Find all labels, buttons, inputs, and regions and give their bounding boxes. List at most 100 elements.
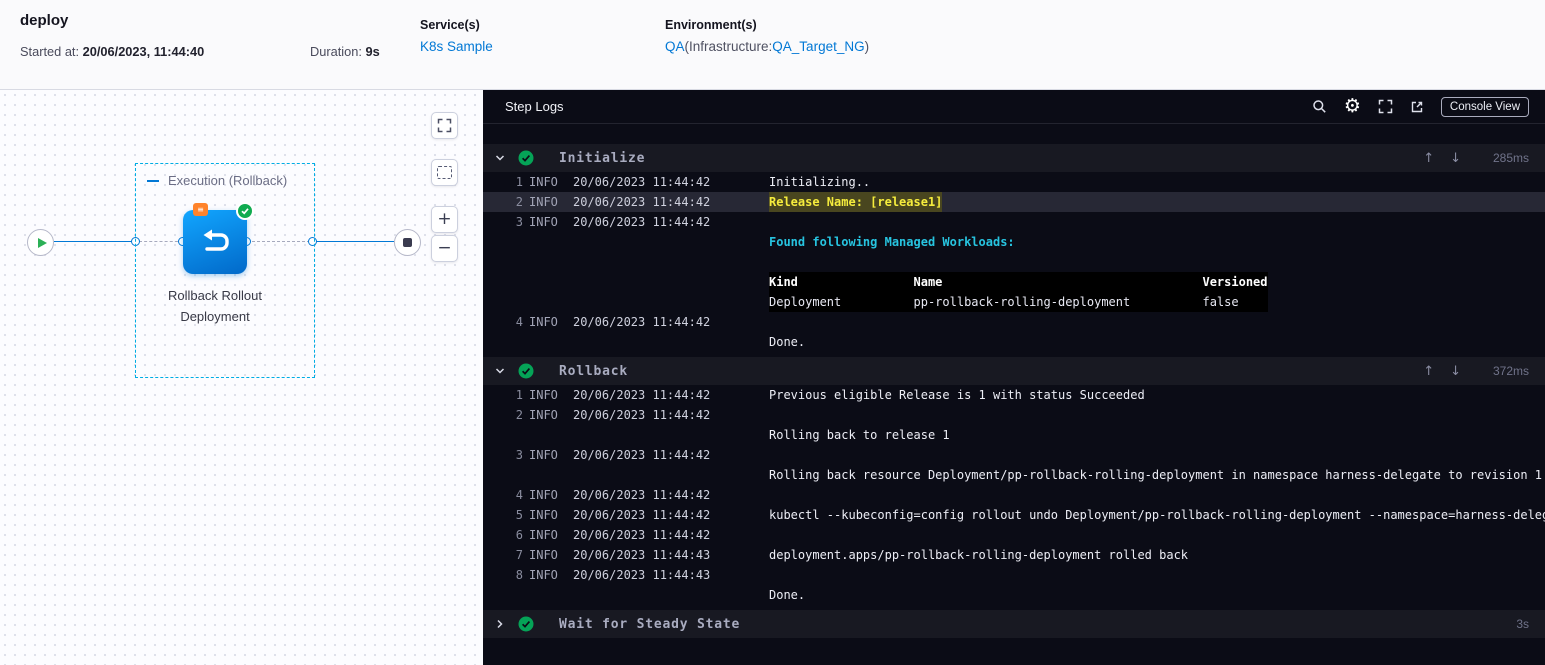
search-logs-button[interactable] — [1312, 99, 1327, 114]
canvas-controls: + − — [431, 112, 458, 262]
log-message: Found following Managed Workloads: — [769, 235, 1022, 249]
log-message: Initializing.. — [769, 175, 871, 189]
scroll-buttons: ↑ ↓ — [1423, 152, 1461, 165]
play-icon — [37, 237, 47, 248]
edge-line — [54, 241, 135, 242]
chevron-right-icon[interactable] — [494, 618, 506, 630]
log-timestamp — [573, 585, 763, 605]
log-timestamp: 20/06/2023 11:44:42 — [573, 215, 711, 229]
chevron-down-icon[interactable] — [494, 365, 506, 377]
log-timestamp — [573, 252, 763, 272]
log-level: INFO — [529, 548, 558, 562]
plus-icon: + — [437, 209, 452, 229]
log-timestamp: 20/06/2023 11:44:43 — [573, 568, 711, 582]
log-line: 1 INFO 20/06/2023 11:44:42 Previous elig… — [483, 385, 1545, 405]
console-view-button[interactable]: Console View — [1440, 96, 1529, 117]
services-label: Service(s) — [420, 18, 480, 32]
minus-icon: − — [437, 238, 452, 258]
log-line: Kind Name Versioned — [483, 272, 1545, 292]
log-level: INFO — [529, 448, 558, 462]
zoom-in-button[interactable]: + — [431, 206, 458, 233]
log-section-title: Rollback — [559, 363, 629, 379]
log-line-number: 1 — [515, 388, 523, 402]
log-line-number: 4 — [515, 315, 523, 329]
open-in-new-tab-button[interactable] — [1410, 100, 1424, 114]
fullscreen-canvas-button[interactable] — [431, 112, 458, 139]
search-icon — [1313, 100, 1326, 113]
log-timestamp: 20/06/2023 11:44:43 — [573, 548, 711, 562]
service-link[interactable]: K8s Sample — [420, 39, 493, 54]
log-line-number — [509, 232, 523, 252]
log-timestamp: 20/06/2023 11:44:42 — [573, 528, 711, 542]
log-message: Rolling back to release 1 — [769, 428, 950, 442]
pipeline-canvas[interactable]: + − Execution (Rollback) ≡ Rollback Roll… — [0, 90, 483, 665]
log-line: 3 INFO 20/06/2023 11:44:42 — [483, 212, 1545, 232]
log-section-header[interactable]: Initialize ↑ ↓ 285ms — [483, 144, 1545, 172]
log-message: Previous eligible Release is 1 with stat… — [769, 388, 1145, 402]
log-line: Rolling back to release 1 — [483, 425, 1545, 445]
log-sections: Initialize ↑ ↓ 285ms 1 INFO 20/06/2023 1… — [483, 124, 1545, 665]
rollback-rollout-icon — [203, 229, 229, 251]
zoom-group: + − — [431, 206, 458, 262]
fullscreen-icon — [437, 118, 452, 133]
pipeline-name: deploy — [20, 12, 69, 29]
step-logs-header: Step Logs ⚙ Console View — [483, 90, 1545, 124]
log-message: deployment.apps/pp-rollback-rolling-depl… — [769, 548, 1189, 562]
edge-line — [313, 241, 394, 242]
chevron-down-icon[interactable] — [494, 152, 506, 164]
log-timestamp: 20/06/2023 11:44:42 — [573, 175, 711, 189]
log-line-number — [509, 425, 523, 445]
infrastructure-prefix: (Infrastructure: — [684, 39, 773, 54]
marquee-icon — [437, 166, 452, 179]
step-node-rollback-rollout[interactable]: ≡ — [183, 202, 254, 274]
log-section-header[interactable]: Rollback ↑ ↓ 372ms — [483, 357, 1545, 385]
log-section: Wait for Steady State ↑ ↓ 3s — [483, 610, 1545, 638]
log-message: Kind Name Versioned — [769, 272, 1268, 292]
log-section: Rollback ↑ ↓ 372ms 1 INFO 20/06/2023 11:… — [483, 357, 1545, 605]
execution-group-label: Execution (Rollback) — [168, 173, 288, 188]
scroll-top-button[interactable]: ↑ — [1423, 365, 1434, 378]
log-section-header[interactable]: Wait for Steady State ↑ ↓ 3s — [483, 610, 1545, 638]
log-line: Deployment pp-rollback-rolling-deploymen… — [483, 292, 1545, 312]
log-level: INFO — [529, 175, 558, 189]
log-line: Rolling back resource Deployment/pp-roll… — [483, 465, 1545, 485]
pipeline-end-node[interactable] — [394, 229, 421, 256]
log-line-number: 3 — [515, 448, 523, 462]
log-settings-button[interactable]: ⚙ — [1344, 97, 1361, 116]
log-line-number — [509, 465, 523, 485]
log-timestamp: 20/06/2023 11:44:42 — [573, 508, 711, 522]
section-duration: 285ms — [1492, 151, 1529, 165]
log-section-title: Initialize — [559, 150, 646, 166]
log-level — [529, 465, 567, 485]
pipeline-start-node[interactable] — [27, 229, 54, 256]
execution-summary: deploy Started at: 20/06/2023, 11:44:40 … — [20, 10, 420, 59]
environment-link[interactable]: QA — [665, 39, 685, 54]
scroll-bottom-button[interactable]: ↓ — [1450, 365, 1461, 378]
success-check-icon — [518, 616, 534, 632]
collapse-group-icon[interactable] — [147, 179, 159, 182]
log-timestamp: 20/06/2023 11:44:42 — [573, 408, 711, 422]
scroll-bottom-button[interactable]: ↓ — [1450, 152, 1461, 165]
step-logs-title: Step Logs — [505, 99, 564, 114]
log-message: Done. — [769, 335, 806, 349]
pipeline-execution-page: deploy Started at: 20/06/2023, 11:44:40 … — [0, 0, 1545, 665]
zoom-out-button[interactable]: − — [431, 235, 458, 262]
log-level: INFO — [529, 508, 558, 522]
duration-label: Duration: — [310, 44, 366, 59]
log-line-number: 1 — [515, 175, 523, 189]
success-check-icon — [518, 150, 534, 166]
scroll-top-button[interactable]: ↑ — [1423, 152, 1434, 165]
expand-logs-button[interactable] — [1378, 99, 1393, 114]
environments-block: Environment(s) QA(Infrastructure:QA_Targ… — [665, 10, 869, 54]
success-check-icon — [518, 363, 534, 379]
log-timestamp — [573, 425, 763, 445]
infrastructure-link[interactable]: QA_Target_NG — [772, 39, 864, 54]
log-timestamp — [573, 292, 763, 312]
marquee-select-button[interactable] — [431, 159, 458, 186]
log-level: INFO — [529, 408, 558, 422]
duration-value: 9s — [365, 44, 380, 59]
log-line: Found following Managed Workloads: — [483, 232, 1545, 252]
section-duration: 3s — [1516, 617, 1529, 631]
log-timestamp — [573, 332, 763, 352]
log-line-number — [509, 332, 523, 352]
